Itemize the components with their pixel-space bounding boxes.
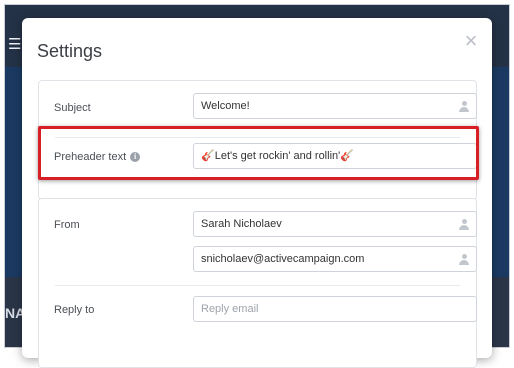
from-email-value: snicholaev@activecampaign.com — [201, 253, 365, 265]
subject-value: Welcome! — [201, 100, 250, 112]
reply-to-label: Reply to — [54, 304, 95, 316]
settings-modal: Settings × Subject Welcome! Preheader te… — [22, 18, 492, 368]
person-icon — [459, 219, 469, 230]
from-label: From — [54, 219, 80, 231]
sender-section: From Sarah Nicholaev snicholaev@activeca… — [38, 198, 477, 368]
preheader-label: Preheader text i — [54, 151, 141, 163]
hamburger-icon: ☰ — [8, 36, 22, 53]
subject-section: Subject Welcome! Preheader text i 🎸Let's … — [38, 80, 477, 200]
modal-title: Settings — [37, 41, 103, 61]
person-icon — [459, 101, 469, 112]
guitar-icon: 🎸 — [340, 150, 354, 162]
section-divider — [55, 285, 460, 286]
reply-to-placeholder: Reply email — [201, 303, 259, 315]
section-divider — [55, 137, 460, 138]
close-icon[interactable]: × — [462, 30, 480, 52]
from-name-input[interactable]: Sarah Nicholaev — [193, 211, 477, 237]
from-email-input[interactable]: snicholaev@activecampaign.com — [193, 246, 477, 272]
person-icon — [459, 254, 469, 265]
preheader-value: Let's get rockin' and rollin' — [214, 150, 341, 162]
info-icon[interactable]: i — [130, 152, 141, 162]
from-name-value: Sarah Nicholaev — [201, 218, 282, 230]
preheader-label-text: Preheader text — [54, 151, 127, 163]
preheader-input[interactable]: 🎸Let's get rockin' and rollin'🎸 — [193, 143, 477, 169]
subject-label: Subject — [54, 102, 91, 114]
subject-input[interactable]: Welcome! — [193, 93, 477, 119]
guitar-icon: 🎸 — [201, 150, 215, 162]
reply-to-input[interactable]: Reply email — [193, 296, 477, 322]
